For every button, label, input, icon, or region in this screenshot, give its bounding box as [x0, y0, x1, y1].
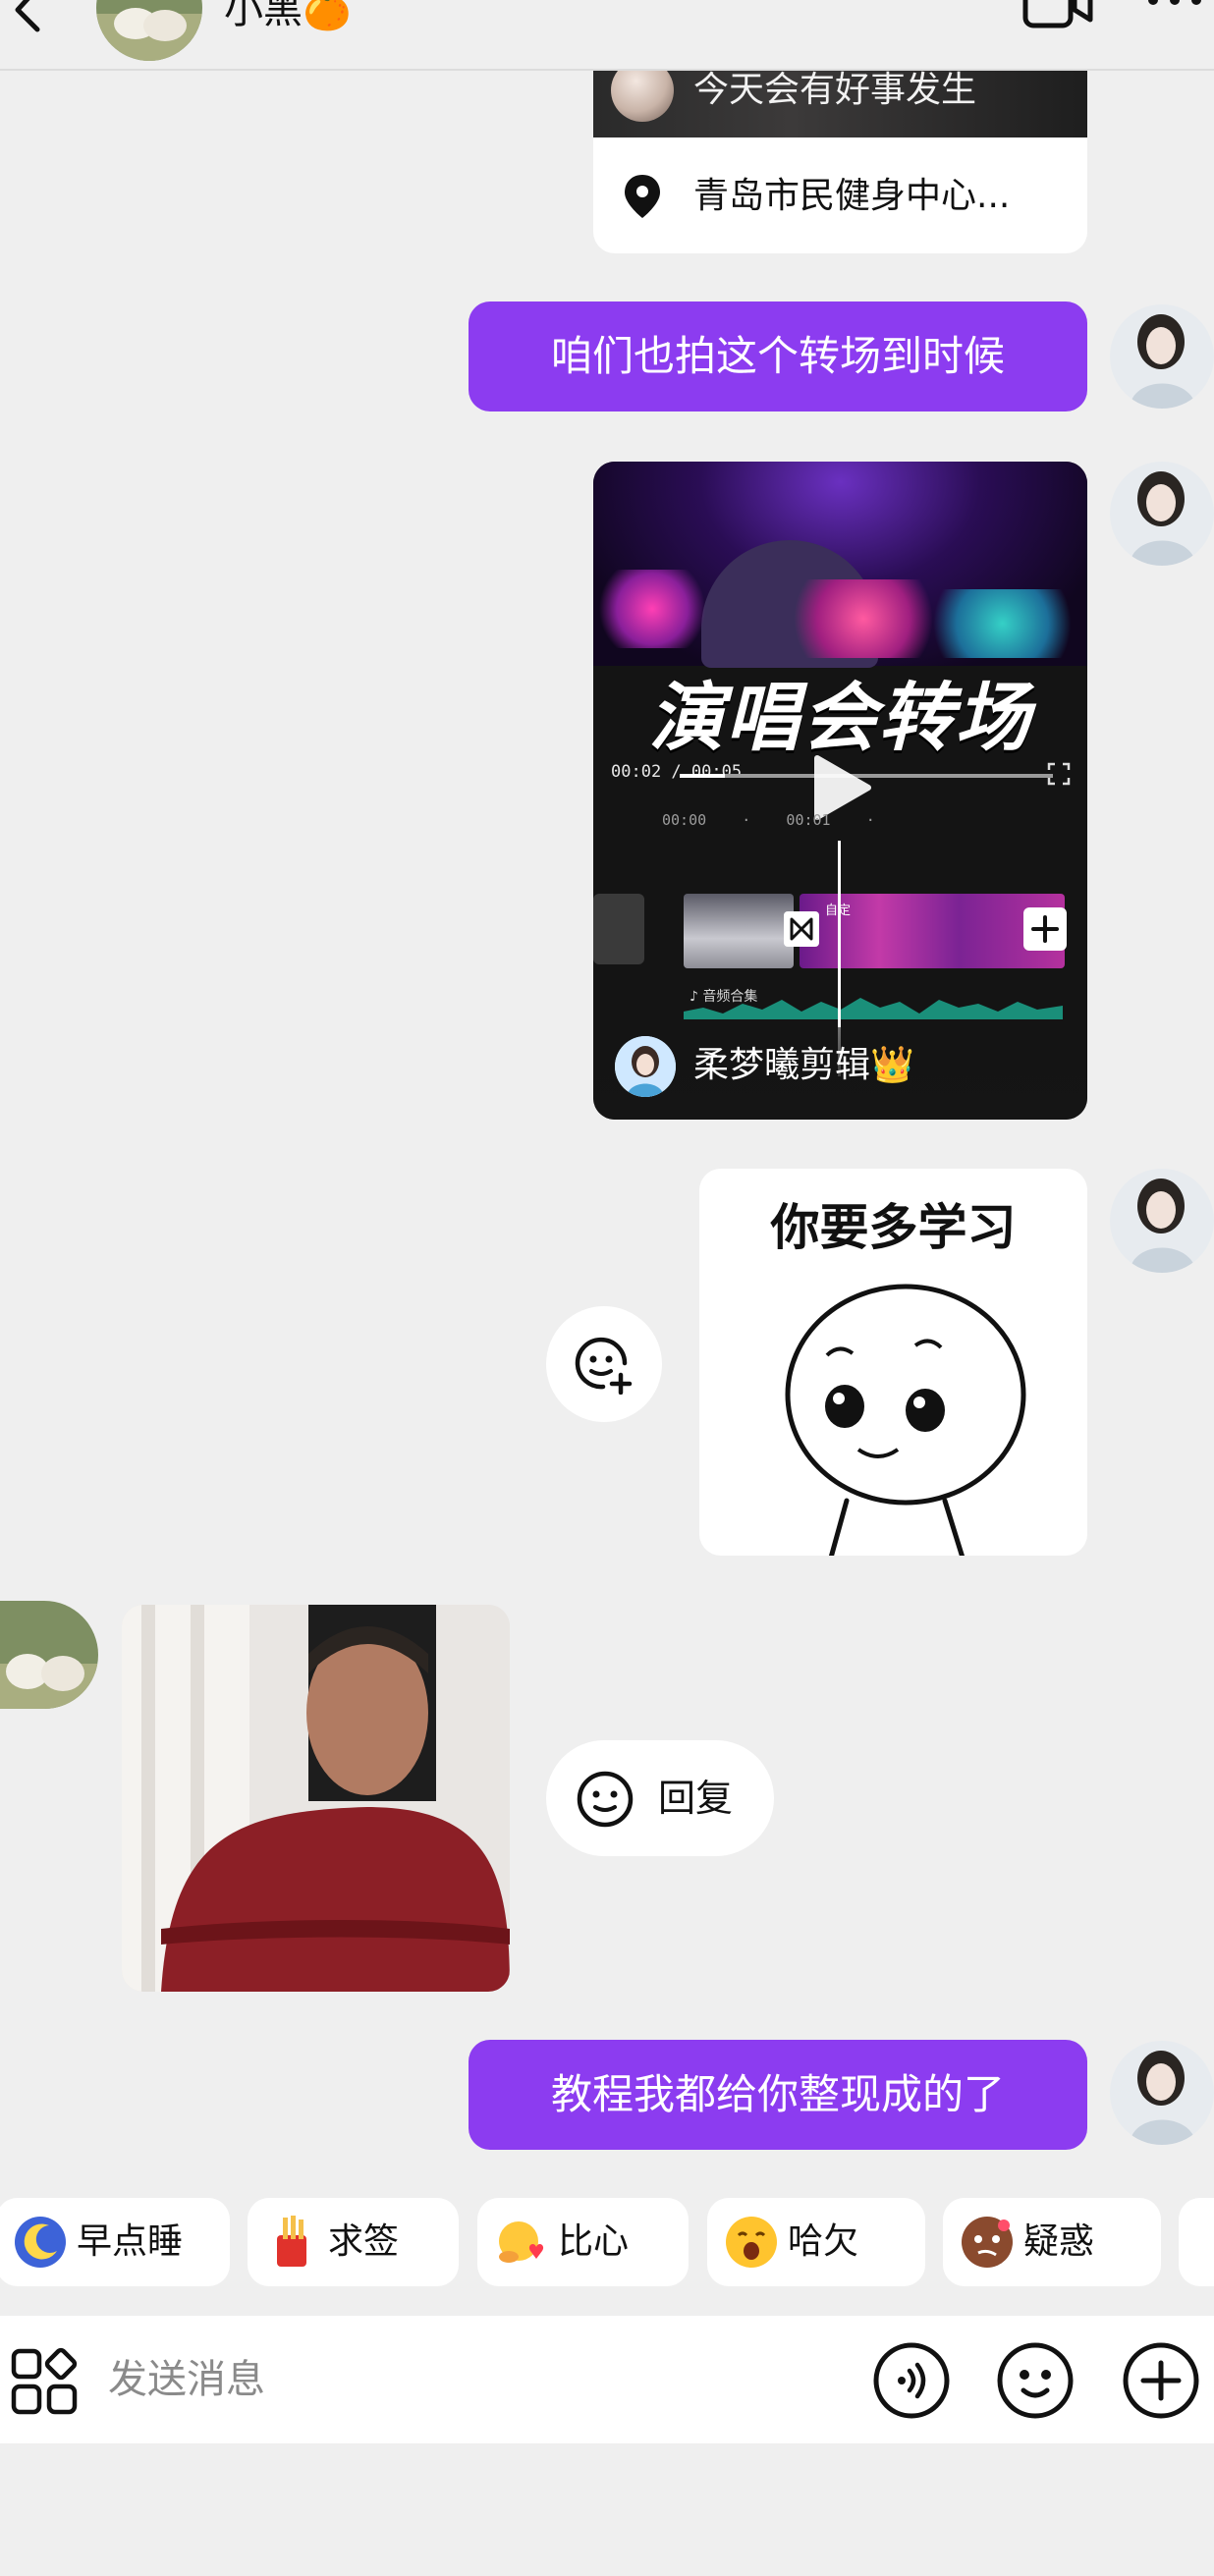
yawn-face-icon: [726, 2217, 777, 2268]
friend-avatar[interactable]: [0, 1601, 98, 1709]
fortune-stick-icon: [277, 2216, 306, 2267]
quick-emoji-label: 哈欠: [788, 2221, 859, 2262]
message-input-bar: [0, 2316, 1214, 2443]
message-bubble-sent[interactable]: 教程我都给你整现成的了: [469, 2040, 1087, 2150]
my-avatar[interactable]: [1110, 304, 1214, 409]
add-sticker-icon: [575, 1337, 633, 1395]
back-arrow-icon[interactable]: [4, 0, 53, 33]
quick-emoji-chip[interactable]: 疑惑: [943, 2198, 1161, 2286]
sticker-text: 你要多学习: [770, 1199, 1017, 1256]
quick-emoji-label: 早点睡: [77, 2221, 184, 2262]
more-options-icon[interactable]: [1143, 0, 1206, 24]
location-share-card[interactable]: 今天会有好事发生 青岛市民健身中心...: [593, 71, 1087, 253]
location-preview: 今天会有好事发生: [593, 71, 1087, 137]
reply-label: 回复: [658, 1777, 734, 1820]
contact-avatar[interactable]: [96, 0, 202, 61]
contact-name: 小黑🍊: [224, 0, 352, 32]
shared-video-card[interactable]: 演唱会转场 00:02 / 00:05 00:00 · 00:01 · 自定 ♪…: [593, 462, 1087, 1120]
reply-face-icon: [577, 1771, 634, 1828]
location-address: 青岛市民健身中心...: [693, 176, 1011, 216]
video-progress-fill: [680, 774, 725, 778]
timeline-clip: [684, 894, 794, 968]
quick-emoji-chip[interactable]: 比心: [477, 2198, 689, 2286]
sleep-moon-icon: [15, 2217, 66, 2268]
chat-header: 小黑🍊: [0, 0, 1214, 71]
video-call-icon[interactable]: [1021, 0, 1094, 31]
author-name: 柔梦曦剪辑👑: [693, 1045, 914, 1085]
heart-hand-icon: [499, 2221, 544, 2263]
add-sticker-button[interactable]: [546, 1306, 662, 1422]
stage-light: [593, 570, 711, 648]
photo-message[interactable]: [122, 1605, 510, 1992]
quick-emoji-chip[interactable]: 早点睡: [0, 2198, 230, 2286]
apps-grid-icon[interactable]: [10, 2347, 79, 2416]
location-pin-icon: [625, 175, 660, 218]
cartoon-face-sticker: [785, 1284, 1026, 1556]
quick-emoji-label: 求签: [328, 2221, 400, 2262]
add-clip-icon: [1023, 907, 1067, 951]
quick-emoji-chip[interactable]: 哈欠: [707, 2198, 925, 2286]
video-thumbnail: [593, 462, 1087, 668]
quick-emoji-label: 比心: [558, 2221, 630, 2262]
video-title: 演唱会转场: [648, 674, 1032, 761]
emoji-picker-icon[interactable]: [996, 2341, 1075, 2420]
more-actions-plus-icon[interactable]: [1122, 2341, 1200, 2420]
reply-button[interactable]: 回复: [546, 1740, 774, 1856]
timeline-clip: [593, 894, 644, 964]
quick-emoji-label: 疑惑: [1023, 2221, 1095, 2262]
author-avatar: [615, 1036, 676, 1097]
message-input[interactable]: [108, 2345, 737, 2414]
my-avatar[interactable]: [1110, 2041, 1214, 2145]
sticker-message[interactable]: 你要多学习: [699, 1169, 1087, 1556]
fullscreen-icon: [1047, 762, 1071, 786]
confused-face-icon: [962, 2217, 1013, 2268]
location-thumbnail: [611, 71, 674, 122]
bottom-safe-area: [0, 2443, 1214, 2576]
quick-emoji-chip[interactable]: [1179, 2198, 1214, 2286]
my-avatar[interactable]: [1110, 462, 1214, 566]
quick-emoji-bar: 早点睡 求签 比心 哈欠 疑惑: [0, 2198, 1214, 2286]
message-bubble-sent[interactable]: 咱们也拍这个转场到时候: [469, 301, 1087, 411]
audio-track-label: ♪ 音频合集: [690, 989, 758, 1005]
timeline-ticks: 00:00 · 00:01 ·: [662, 811, 875, 829]
video-time: 00:02 / 00:05: [611, 762, 743, 782]
my-avatar[interactable]: [1110, 1169, 1214, 1273]
quick-emoji-chip[interactable]: 求签: [248, 2198, 459, 2286]
stage-light: [917, 589, 1087, 658]
transition-icon: [784, 911, 819, 947]
location-caption: 今天会有好事发生: [693, 71, 977, 110]
voice-input-icon[interactable]: [872, 2341, 951, 2420]
